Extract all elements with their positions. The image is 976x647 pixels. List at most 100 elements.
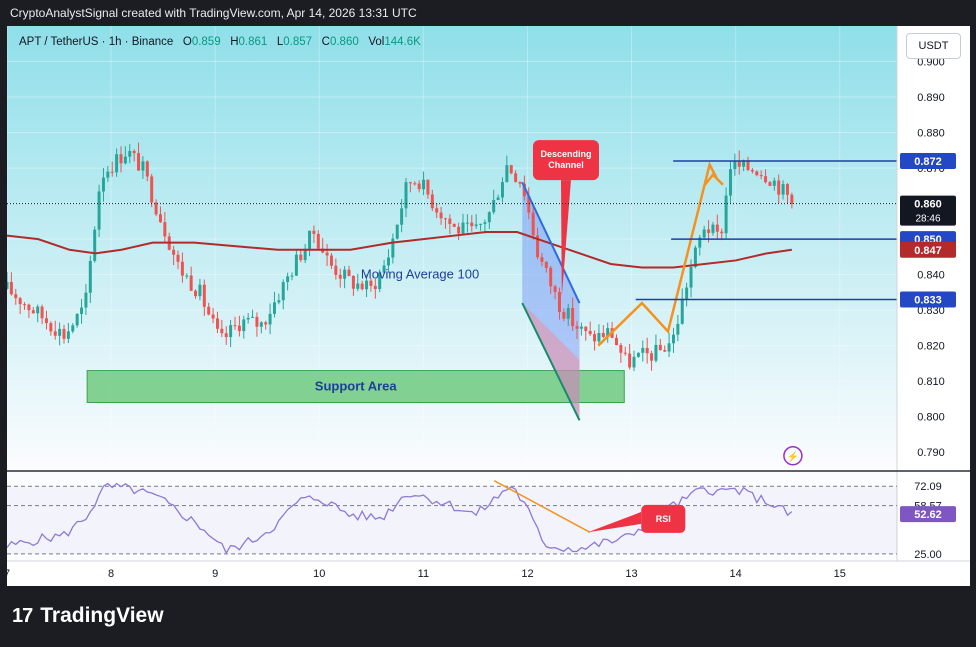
candle-body-up: [80, 307, 84, 314]
candle-body-up: [294, 254, 298, 276]
candle-body-up: [246, 317, 250, 320]
candle-body-down: [189, 275, 193, 291]
candle-body-down: [413, 183, 417, 185]
candle-body-up: [356, 283, 360, 289]
candle-body-up: [404, 182, 408, 209]
price-pane-background: [7, 26, 897, 470]
time-tick-label: 12: [521, 568, 533, 580]
candle-body-up: [566, 308, 570, 319]
candle-body-up: [676, 323, 680, 335]
rsi-band-fill: [7, 486, 897, 554]
candle-body-up: [36, 306, 40, 314]
candle-body-up: [251, 316, 255, 318]
time-tick-label: 10: [313, 568, 325, 580]
candle-body-down: [202, 284, 206, 307]
candle-body-up: [483, 222, 487, 224]
candle-body-down: [145, 161, 149, 177]
candle-body-down: [172, 249, 176, 255]
candle-body-up: [198, 284, 202, 297]
price-tick-label: 0.800: [917, 412, 945, 424]
candle-body-down: [549, 267, 553, 287]
candle-body-up: [97, 191, 101, 230]
candle-body-down: [347, 269, 351, 276]
candle-body-up: [58, 328, 62, 336]
candle-body-up: [365, 280, 369, 290]
candle-body-down: [448, 218, 452, 224]
candle-body-down: [518, 181, 522, 184]
candle-body-up: [242, 319, 246, 332]
candle-body-up: [308, 230, 312, 249]
level-price-tag: 0.872: [914, 156, 942, 168]
price-chart[interactable]: Support Area Moving Average 100 Descending…: [7, 26, 970, 586]
candle-body-down: [316, 233, 320, 249]
candle-body-up: [667, 343, 671, 352]
current-price-tag: 0.860: [914, 199, 942, 211]
candle-body-up: [702, 229, 706, 238]
candle-body-down: [207, 306, 211, 315]
candle-body-up: [343, 269, 347, 279]
candle-body-down: [707, 229, 711, 233]
low-value: 0.857: [283, 36, 313, 48]
candle-body-down: [110, 171, 114, 173]
candle-body-up: [101, 177, 105, 192]
candle-body-down: [790, 194, 794, 204]
candle-body-up: [185, 275, 189, 277]
descending-channel-label-line2: Channel: [548, 160, 584, 170]
candle-body-up: [115, 154, 119, 173]
candle-body-down: [623, 352, 627, 354]
moving-average-price-tag: 0.847: [914, 245, 942, 257]
candle-body-down: [553, 286, 557, 292]
candle-body-down: [584, 326, 588, 331]
candle-body-down: [194, 290, 198, 297]
candle-body-down: [514, 173, 518, 182]
rsi-tick-label: 72.09: [914, 481, 942, 493]
candle-body-down: [40, 306, 44, 319]
candle-body-down: [588, 330, 592, 335]
candle-body-down: [614, 337, 618, 346]
candle-body-down: [220, 328, 224, 334]
candle-body-down: [360, 283, 364, 290]
candle-body-down: [562, 312, 566, 319]
time-tick-label: 8: [108, 568, 114, 580]
candle-body-down: [237, 325, 241, 332]
lightning-icon-glyph: ⚡: [787, 450, 799, 463]
candle-body-down: [351, 275, 355, 289]
candle-body-down: [443, 218, 447, 220]
candle-body-down: [593, 334, 597, 342]
candle-body-down: [417, 183, 421, 190]
candle-body-down: [62, 328, 66, 339]
tradingview-brand[interactable]: 17 TradingView: [12, 604, 164, 628]
candle-body-up: [654, 344, 658, 361]
candle-body-up: [636, 352, 640, 357]
candle-body-down: [430, 194, 434, 209]
candle-body-up: [479, 223, 483, 225]
candle-body-up: [492, 200, 496, 213]
candle-body-up: [474, 224, 478, 227]
bar-countdown-label: 28:46: [915, 214, 940, 225]
candle-body-up: [106, 171, 110, 178]
candle-body-down: [158, 214, 162, 223]
candle-body-up: [259, 322, 263, 327]
candle-body-up: [579, 326, 583, 329]
candle-body-up: [711, 224, 715, 233]
price-tick-label: 0.810: [917, 376, 945, 388]
candle-body-down: [325, 252, 329, 256]
candle-body-down: [224, 333, 228, 338]
symbol-label[interactable]: APT / TetherUS · 1h · Binance: [19, 36, 173, 48]
candle-body-up: [728, 169, 732, 196]
currency-button[interactable]: USDT: [906, 33, 961, 59]
descending-channel-label-line1: Descending: [540, 149, 591, 159]
candle-body-down: [619, 345, 623, 353]
candle-body-up: [671, 334, 675, 344]
candle-body-down: [9, 281, 13, 295]
candle-body-down: [163, 222, 167, 237]
chart-frame[interactable]: Support Area Moving Average 100 Descending…: [7, 26, 970, 586]
high-label: H: [230, 36, 239, 48]
candle-body-down: [439, 212, 443, 219]
price-tick-label: 0.890: [917, 92, 945, 104]
candle-body-down: [176, 254, 180, 262]
candle-body-down: [119, 154, 123, 164]
candle-body-down: [540, 257, 544, 262]
candle-body-down: [312, 230, 316, 234]
candle-body-up: [641, 347, 645, 353]
